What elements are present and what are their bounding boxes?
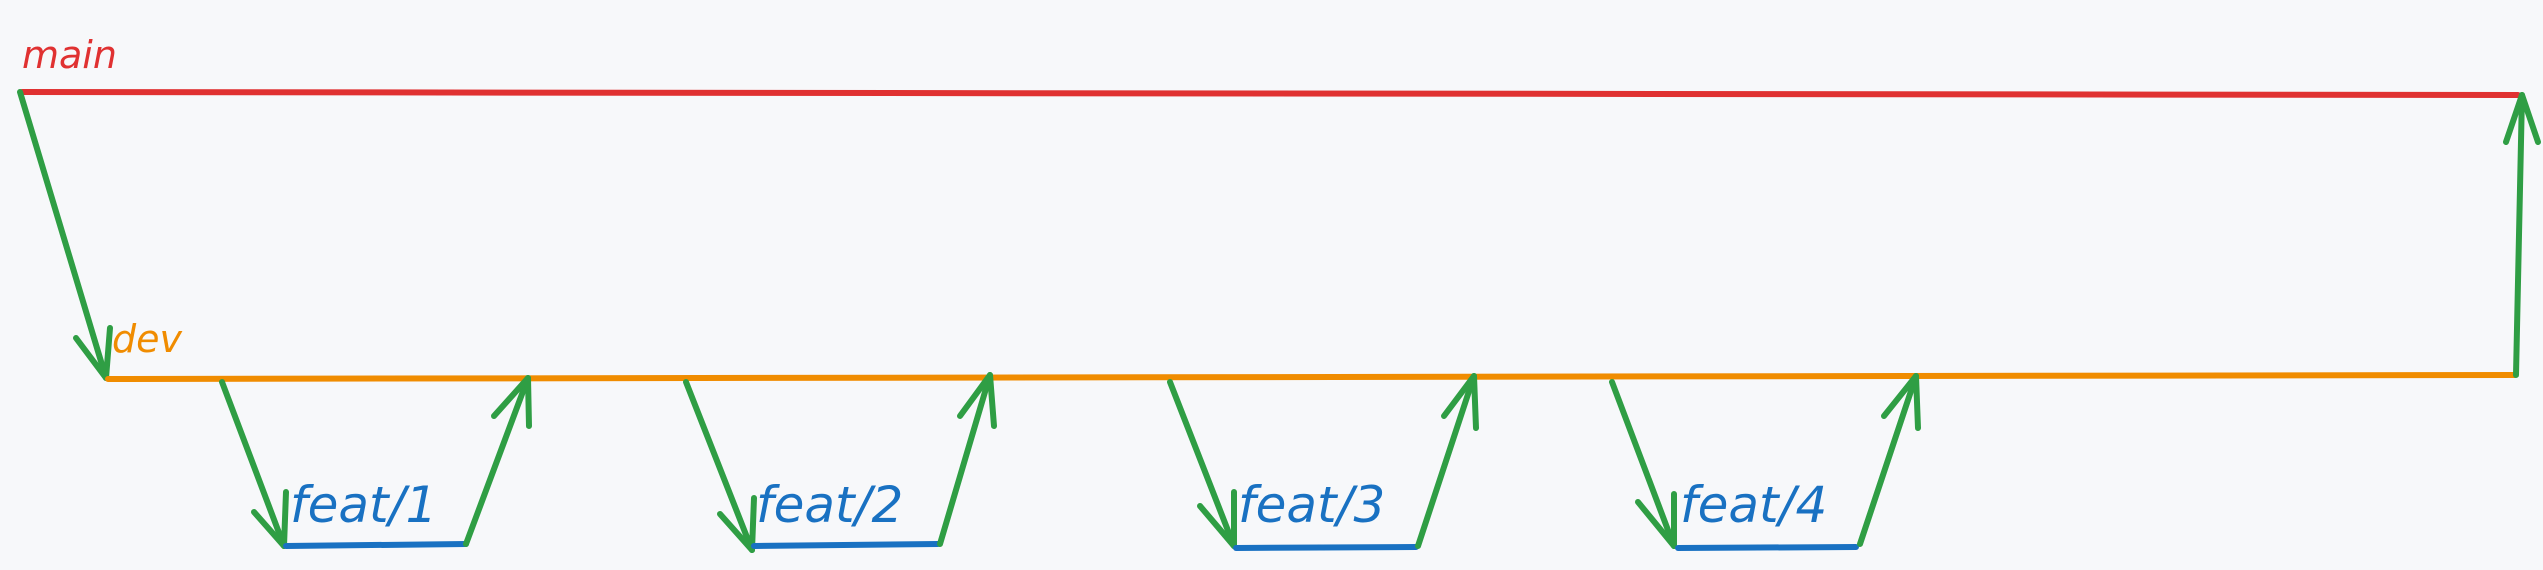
dev-branch-label: dev [112, 317, 183, 361]
feat-4-line [1675, 544, 1859, 551]
main-branch-label: main [22, 33, 117, 77]
feature-branch-feat-4: feat/4 [1609, 373, 1921, 551]
dev-to-feat-3-arrow [1167, 379, 1237, 549]
feature-branch-feat-2: feat/2 [683, 372, 997, 553]
feat-3-line [1233, 544, 1419, 551]
feat-4-label: feat/4 [1680, 476, 1827, 534]
main-to-dev-arrow [17, 89, 113, 381]
feat-2-label: feat/2 [756, 476, 903, 534]
feat-3-label: feat/3 [1238, 476, 1385, 534]
feat-2-line [751, 541, 941, 549]
feat-1-label: feat/1 [290, 476, 437, 534]
dev-to-feat-2-arrow [683, 379, 757, 553]
feature-branch-feat-1: feat/1 [219, 375, 532, 549]
feat-1-to-dev-arrow [463, 375, 532, 547]
dev-to-feat-4-arrow [1609, 379, 1677, 549]
feature-branch-feat-3: feat/3 [1167, 373, 1479, 551]
branching-diagram: main dev feat/1 feat/2 feat/3 feat/4 [0, 0, 2543, 570]
branching-diagram-svg: main dev feat/1 feat/2 feat/3 feat/4 [17, 33, 2541, 553]
main-branch-line [19, 89, 2521, 98]
dev-to-feat-1-arrow [219, 379, 289, 549]
dev-to-main-arrow [2503, 92, 2541, 378]
dev-branch-line [105, 372, 2518, 382]
feat-4-to-dev-arrow [1857, 373, 1921, 547]
feat-1-line [283, 541, 469, 549]
feat-3-to-dev-arrow [1415, 373, 1479, 549]
feat-2-to-dev-arrow [937, 372, 997, 547]
